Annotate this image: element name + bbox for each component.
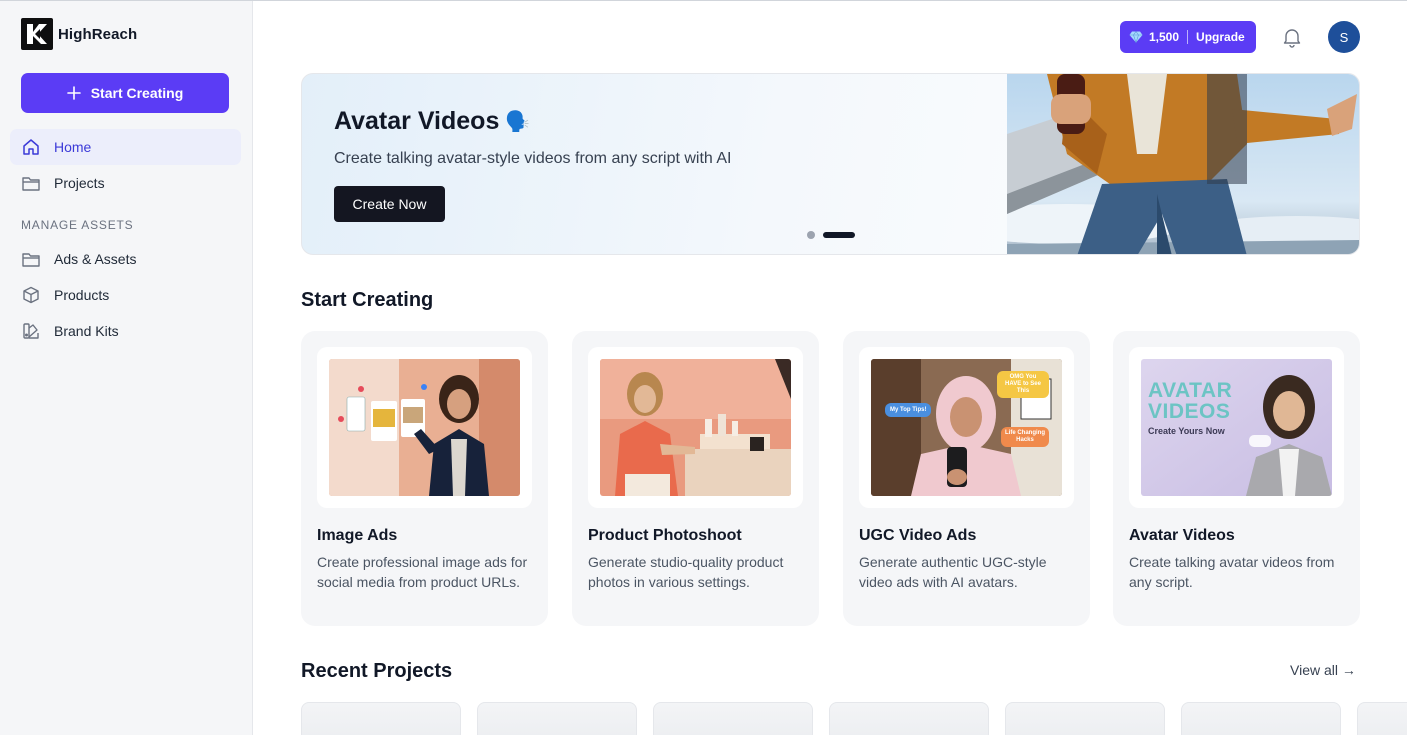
folder-icon (21, 174, 40, 193)
avatar-videos-thumbnail: AVATAR VIDEOS Create Yours Now (1141, 359, 1332, 496)
card-thumbnail-frame: AVATAR VIDEOS Create Yours Now (1129, 347, 1344, 508)
image-ads-thumbnail (329, 359, 520, 496)
carousel-dots (807, 231, 855, 239)
recent-project-card[interactable] (1005, 702, 1165, 735)
highreach-logo-icon (21, 18, 53, 50)
credits-upgrade-button[interactable]: 1,500 Upgrade (1120, 21, 1256, 53)
card-description: Generate studio-quality product photos i… (588, 554, 784, 590)
recent-project-card[interactable] (1181, 702, 1341, 735)
card-thumbnail-frame: OMG You HAVE to See This My Top Tips! Li… (859, 347, 1074, 508)
view-all-link[interactable]: View all → (1290, 662, 1356, 678)
plus-icon (66, 86, 81, 100)
recent-project-card[interactable] (653, 702, 813, 735)
create-now-button[interactable]: Create Now (334, 186, 445, 222)
hero-title-text: Avatar Videos (334, 107, 500, 135)
hero-image (947, 74, 1359, 254)
avatar-thumb-tagline: Create Yours Now (1148, 426, 1225, 436)
card-thumbnail-frame (317, 347, 532, 508)
sidebar-item-home[interactable]: Home (10, 129, 241, 165)
card-title: Avatar Videos (1129, 527, 1235, 544)
card-title: UGC Video Ads (859, 527, 977, 544)
sidebar-item-products[interactable]: Products (10, 277, 241, 313)
recent-project-card[interactable] (829, 702, 989, 735)
ugc-video-ads-card[interactable]: OMG You HAVE to See This My Top Tips! Li… (843, 331, 1090, 626)
hero-title: Avatar Videos 🗣️ (334, 107, 530, 136)
product-photoshoot-card[interactable]: Product Photoshoot Generate studio-quali… (572, 331, 819, 626)
sidebar-item-projects[interactable]: Projects (10, 165, 241, 201)
avatar-videos-card[interactable]: AVATAR VIDEOS Create Yours Now Avatar Vi… (1113, 331, 1360, 626)
card-title: Image Ads (317, 527, 398, 544)
product-photoshoot-thumbnail (600, 359, 791, 496)
home-icon (21, 138, 40, 157)
gem-icon (1129, 31, 1143, 43)
sidebar-item-label: Home (54, 139, 92, 155)
ugc-bubble: My Top Tips! (885, 403, 932, 417)
hero-subtitle: Create talking avatar-style videos from … (334, 150, 732, 167)
brand-name: HighReach (58, 25, 138, 43)
start-creating-heading: Start Creating (301, 289, 434, 311)
avatar-thumb-title: AVATAR VIDEOS (1148, 380, 1232, 422)
manage-assets-heading: MANAGE ASSETS (21, 218, 134, 232)
user-avatar[interactable]: S (1328, 21, 1360, 53)
recent-project-card[interactable] (301, 702, 461, 735)
hero-banner: Avatar Videos 🗣️ Create talking avatar-s… (301, 73, 1360, 255)
card-description: Create talking avatar videos from any sc… (1129, 554, 1335, 590)
card-title: Product Photoshoot (588, 527, 742, 544)
card-thumbnail-frame (588, 347, 803, 508)
credits-count: 1,500 (1149, 30, 1180, 44)
ugc-bubble: OMG You HAVE to See This (997, 371, 1049, 398)
sidebar-item-label: Ads & Assets (54, 251, 137, 267)
avatar-thumb-line: AVATAR (1148, 379, 1233, 402)
sidebar: HighReach Start Creating Home Projects M… (0, 1, 253, 735)
carousel-dot-active[interactable] (823, 232, 855, 238)
brand[interactable]: HighReach (21, 18, 137, 50)
sidebar-item-brand-kits[interactable]: Brand Kits (10, 313, 241, 349)
ugc-video-ads-thumbnail: OMG You HAVE to See This My Top Tips! Li… (871, 359, 1062, 496)
card-description: Generate authentic UGC-style video ads w… (859, 554, 1047, 590)
start-creating-button[interactable]: Start Creating (21, 73, 229, 113)
sidebar-item-label: Brand Kits (54, 323, 119, 339)
cube-icon (21, 286, 40, 305)
sidebar-item-label: Products (54, 287, 110, 303)
carousel-dot[interactable] (807, 231, 815, 239)
card-description: Create professional image ads for social… (317, 554, 528, 590)
recent-project-card[interactable] (477, 702, 637, 735)
avatar-thumb-line: VIDEOS (1148, 400, 1231, 423)
upgrade-label: Upgrade (1196, 30, 1245, 44)
sidebar-item-ads-assets[interactable]: Ads & Assets (10, 241, 241, 277)
folder-icon (21, 250, 40, 269)
speaking-head-icon: 🗣️ (505, 111, 531, 133)
credits-divider (1187, 30, 1189, 44)
recent-projects-heading: Recent Projects (301, 660, 453, 682)
recent-project-card[interactable] (1357, 702, 1407, 735)
image-ads-card[interactable]: Image Ads Create professional image ads … (301, 331, 548, 626)
sidebar-item-label: Projects (54, 175, 105, 191)
brand-kit-icon (21, 322, 40, 341)
bell-icon[interactable] (1281, 26, 1303, 48)
start-creating-label: Start Creating (90, 85, 184, 101)
ugc-bubble: Life Changing Hacks (1001, 427, 1049, 447)
